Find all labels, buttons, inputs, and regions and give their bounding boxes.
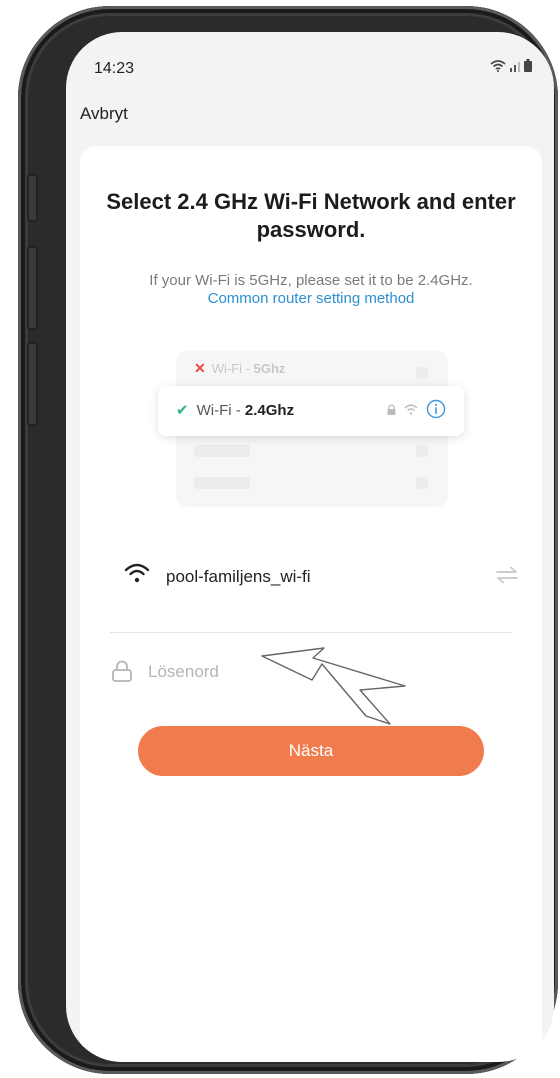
wifi-network-row: pool-familjens_wi-fi — [110, 556, 520, 596]
status-icons — [490, 59, 532, 72]
status-time: 14:23 — [94, 60, 135, 77]
wifi-status-icon — [490, 60, 506, 72]
signal-icon — [510, 62, 520, 72]
placeholder-bar — [194, 477, 250, 489]
cancel-button[interactable]: Avbryt — [80, 104, 128, 124]
screen: 14:23 Avbryt Select 2.4 GHz Wi-Fi Networ… — [66, 32, 554, 1062]
placeholder-bar — [416, 445, 428, 457]
lock-icon — [387, 403, 396, 415]
illustration-5ghz-label: Wi-Fi - 5Ghz — [211, 361, 286, 376]
placeholder-bar — [416, 477, 428, 489]
volume-down-button — [27, 342, 38, 426]
battery-icon — [524, 59, 532, 72]
phone-frame: 14:23 Avbryt Select 2.4 GHz Wi-Fi Networ… — [18, 6, 558, 1074]
wifi-ssid: pool-familjens_wi-fi — [166, 567, 311, 586]
cross-icon: ✕ — [194, 360, 206, 376]
page-title: Select 2.4 GHz Wi-Fi Network and enter p… — [106, 189, 516, 242]
subtitle: If your Wi-Fi is 5GHz, please set it to … — [149, 272, 473, 289]
next-button[interactable]: Nästa — [138, 726, 484, 776]
switch-network-icon[interactable] — [496, 566, 518, 584]
wifi-icon — [404, 404, 418, 415]
volume-up-button — [27, 246, 38, 330]
illustration-24ghz-label: Wi-Fi - 2.4Ghz — [196, 401, 295, 419]
placeholder-bar — [194, 445, 250, 457]
illustration-24ghz-row: ✔ Wi-Fi - 2.4Ghz — [176, 401, 295, 420]
lock-icon — [112, 660, 132, 682]
router-setting-link[interactable]: Common router setting method — [94, 290, 528, 307]
illustration-5ghz-row: ✕ Wi-Fi - 5Ghz — [194, 360, 285, 377]
illustration-icons — [387, 399, 446, 419]
password-row — [110, 647, 510, 725]
placeholder-bar — [416, 367, 428, 379]
phone-side-button — [27, 174, 38, 222]
status-bar: 14:23 — [66, 32, 554, 96]
wifi-setup-card: Select 2.4 GHz Wi-Fi Network and enter p… — [80, 146, 542, 1062]
info-icon — [426, 399, 446, 419]
check-icon: ✔ — [176, 402, 189, 419]
divider — [110, 632, 512, 633]
wifi-icon — [124, 563, 150, 583]
illustration-24ghz-card: ✔ Wi-Fi - 2.4Ghz — [158, 386, 464, 436]
